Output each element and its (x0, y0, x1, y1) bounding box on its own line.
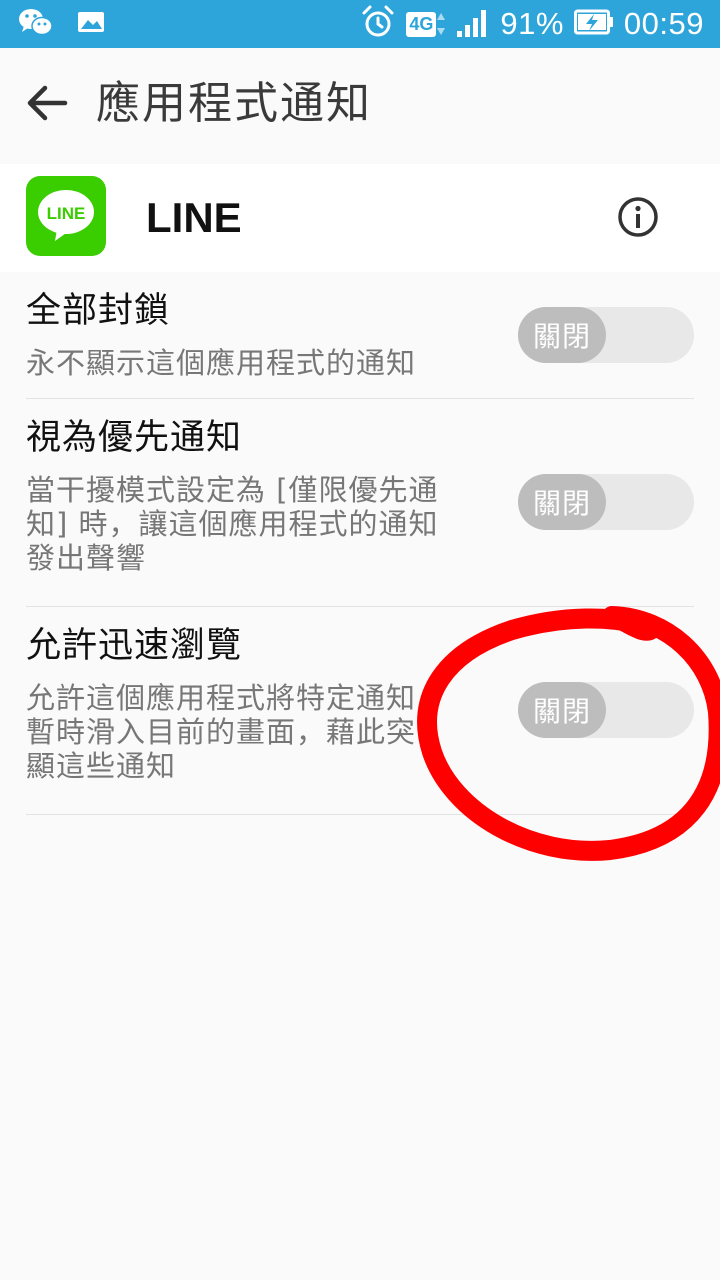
toggle-knob: 關閉 (518, 682, 606, 738)
setting-title: 全部封鎖 (26, 291, 171, 331)
back-button[interactable] (22, 78, 72, 128)
toggle-label: 關閉 (532, 695, 591, 728)
setting-block-all: 全部封鎖 永不顯示這個應用程式的通知 關閉 (26, 272, 694, 399)
app-name: LINE (146, 194, 242, 241)
setting-peeking: 允許迅速瀏覽 允許這個應用程式將特定通知 暫時滑入目前的畫面，藉此突 顯這些通知… (26, 607, 694, 815)
setting-priority: 視為優先通知 當干擾模式設定為 [僅限優先通 知] 時，讓這個應用程式的通知 發… (26, 399, 694, 607)
app-row: LINE LINE (0, 164, 720, 272)
priority-toggle[interactable]: 關閉 (518, 474, 694, 530)
alarm-clock-icon (360, 4, 396, 44)
signal-strength-icon (456, 7, 490, 41)
gallery-icon (76, 9, 106, 39)
toggle-knob: 關閉 (518, 474, 606, 530)
toggle-knob: 關閉 (518, 307, 606, 363)
line-app-logo: LINE (26, 176, 106, 256)
block-all-toggle[interactable]: 關閉 (518, 307, 694, 363)
peeking-toggle[interactable]: 關閉 (518, 682, 694, 738)
setting-description: 當干擾模式設定為 [僅限優先通 知] 時，讓這個應用程式的通知 發出聲響 (26, 473, 439, 575)
network-type-badge: 4G (406, 11, 446, 37)
setting-description: 允許這個應用程式將特定通知 暫時滑入目前的畫面，藉此突 顯這些通知 (26, 681, 417, 783)
svg-text:LINE: LINE (47, 204, 86, 223)
page-title: 應用程式通知 (96, 78, 372, 129)
setting-title: 允許迅速瀏覽 (26, 626, 243, 666)
setting-title: 視為優先通知 (26, 418, 243, 458)
toggle-label: 關閉 (532, 487, 591, 520)
clock-time: 00:59 (623, 6, 704, 41)
arrow-back-icon (27, 85, 68, 121)
wechat-icon (18, 7, 54, 41)
toggle-label: 關閉 (532, 320, 591, 353)
battery-percent: 91% (500, 6, 564, 41)
app-info-button[interactable] (616, 195, 660, 239)
data-arrows-icon (437, 13, 446, 35)
setting-description: 永不顯示這個應用程式的通知 (26, 346, 417, 380)
battery-charging-icon (573, 9, 614, 39)
app-header: 應用程式通知 (0, 48, 720, 164)
status-bar: 4G 91% 00:59 (0, 0, 720, 48)
info-icon (618, 197, 658, 237)
